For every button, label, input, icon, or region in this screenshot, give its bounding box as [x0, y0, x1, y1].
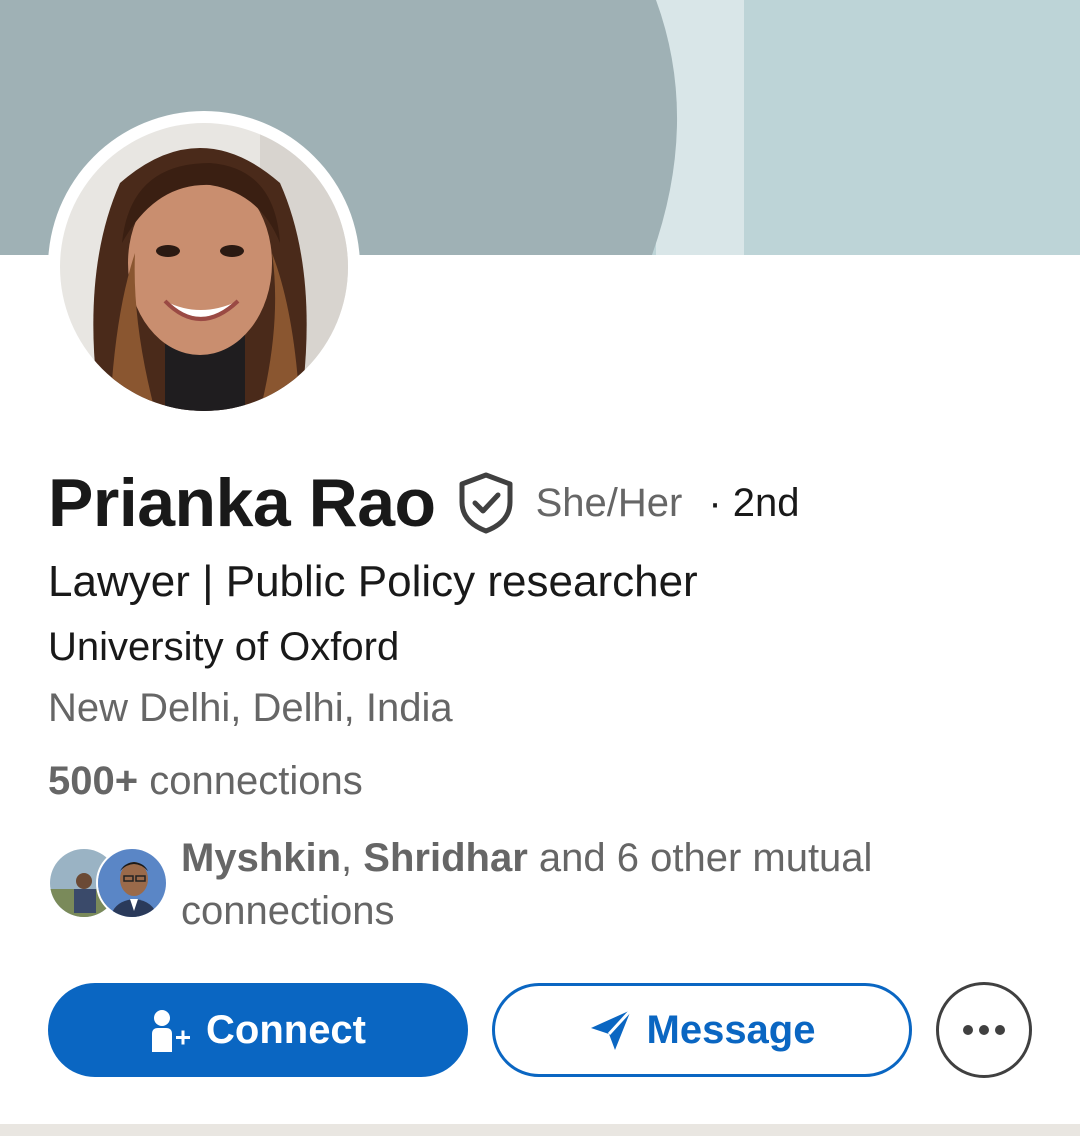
section-divider: [0, 1124, 1080, 1136]
profile-location: New Delhi, Delhi, India: [48, 686, 453, 730]
mutual-avatars[interactable]: [48, 847, 172, 921]
connections-number: 500+: [48, 759, 139, 803]
mutual-separator: ,: [341, 836, 364, 880]
profile-photo-image: [60, 123, 348, 411]
send-icon: [589, 1008, 633, 1052]
profile-photo[interactable]: [48, 111, 360, 423]
more-options-button[interactable]: [936, 982, 1032, 1078]
connections-label: connections: [149, 759, 363, 803]
message-label: Message: [646, 1007, 816, 1052]
connections-count[interactable]: 500+ connections: [48, 759, 363, 804]
profile-education[interactable]: University of Oxford: [48, 625, 399, 670]
mutual-person-2: Shridhar: [363, 836, 528, 880]
pronouns: She/Her: [535, 480, 683, 525]
verified-shield-icon[interactable]: [456, 471, 516, 535]
mutual-avatar: [96, 847, 168, 919]
more-horizontal-icon: [962, 1024, 1006, 1036]
add-person-icon: [150, 1008, 192, 1052]
message-button[interactable]: Message: [492, 983, 912, 1077]
connect-label: Connect: [206, 1007, 366, 1052]
profile-name: Prianka Rao: [48, 465, 436, 541]
mutual-person-1: Myshkin: [181, 836, 342, 880]
connect-button[interactable]: Connect: [48, 983, 468, 1077]
mutual-connections-text[interactable]: Myshkin, Shridhar and 6 other mutual con…: [181, 832, 941, 938]
name-row: Prianka Rao She/Her · 2nd: [48, 462, 799, 544]
connection-degree: · 2nd: [708, 480, 800, 525]
profile-headline: Lawyer | Public Policy researcher: [48, 557, 698, 606]
